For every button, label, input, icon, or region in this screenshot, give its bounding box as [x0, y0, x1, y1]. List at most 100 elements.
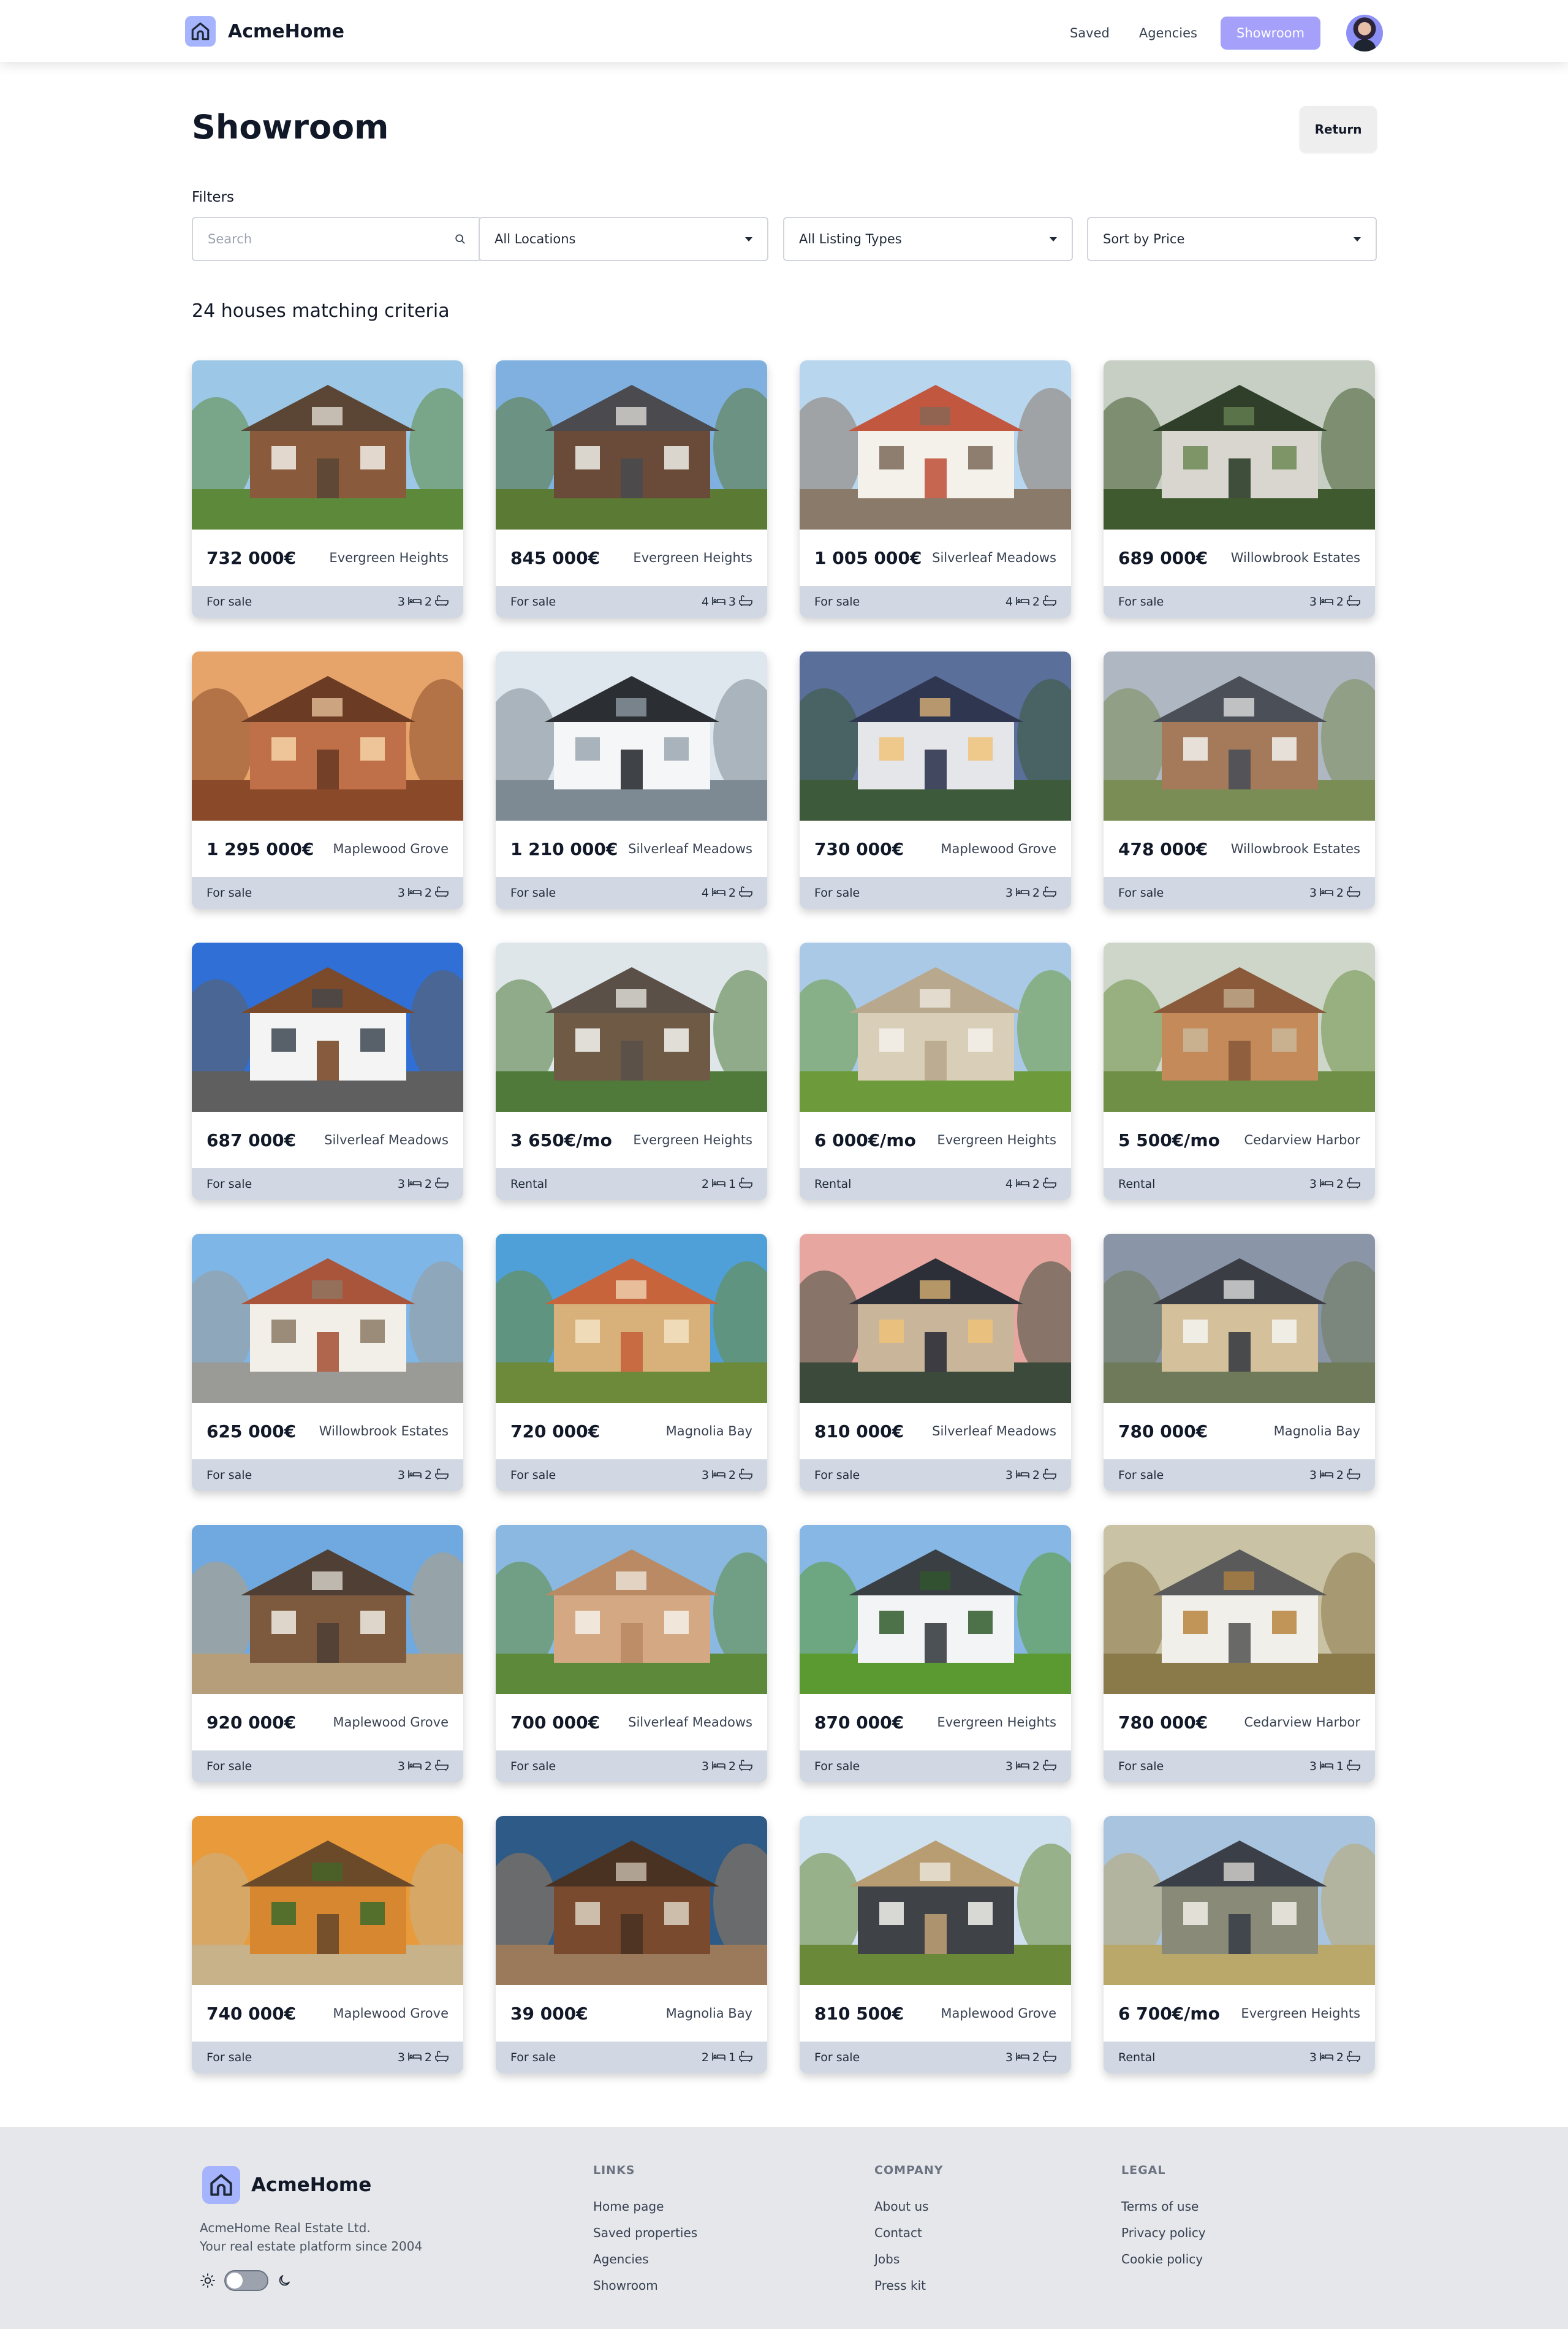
amenities: 32 [1309, 886, 1360, 900]
house-photo [192, 1525, 463, 1694]
footer-link-privacy[interactable]: Privacy policy [1121, 2225, 1206, 2240]
house-card[interactable]: 720 000€ Magnolia Bay For sale 3 2 [496, 1234, 767, 1491]
footer-company-name: AcmeHome Real Estate Ltd. [200, 2221, 371, 2235]
house-card[interactable]: 870 000€ Evergreen Heights For sale 3 2 [800, 1525, 1071, 1782]
house-location: Evergreen Heights [633, 550, 752, 565]
listing-type-select[interactable]: All Listing Types [783, 217, 1073, 261]
house-photo [496, 1816, 767, 1985]
house-card[interactable]: 687 000€ Silverleaf Meadows For sale 3 2 [192, 943, 463, 1200]
house-location: Willowbrook Estates [1230, 550, 1360, 565]
house-card[interactable]: 740 000€ Maplewood Grove For sale 3 2 [192, 1816, 463, 2073]
house-card[interactable]: 810 000€ Silverleaf Meadows For sale 3 2 [800, 1234, 1071, 1491]
house-location: Maplewood Grove [333, 1715, 449, 1730]
amenities: 32 [1006, 1468, 1056, 1483]
house-card[interactable]: 1 005 000€ Silverleaf Meadows For sale 4 2 [800, 360, 1071, 618]
house-price: 6 000€/mo [814, 1130, 916, 1150]
house-price: 700 000€ [510, 1712, 600, 1733]
footer-link-cookie[interactable]: Cookie policy [1121, 2252, 1206, 2266]
amenities: 32 [1309, 2050, 1360, 2065]
house-location: Silverleaf Meadows [932, 550, 1056, 565]
house-card[interactable]: 39 000€ Magnolia Bay For sale 2 1 [496, 1816, 767, 2073]
brand-name: AcmeHome [228, 20, 344, 42]
listing-type: Rental [510, 1177, 548, 1191]
bath-icon [435, 1177, 449, 1191]
results-count: 24 houses matching criteria [192, 300, 450, 322]
card-info: 5 500€/mo Cedarview Harbor [1104, 1112, 1375, 1168]
house-card[interactable]: 3 650€/mo Evergreen Heights Rental 2 1 [496, 943, 767, 1200]
card-info: 1 295 000€ Maplewood Grove [192, 821, 463, 877]
listing-type: For sale [510, 2051, 556, 2064]
bath-icon [1043, 886, 1056, 900]
listing-type: For sale [814, 886, 860, 900]
card-footer: For sale 3 2 [496, 1750, 767, 1782]
house-card[interactable]: 780 000€ Cedarview Harbor For sale 3 1 [1104, 1525, 1375, 1782]
bed-icon [1320, 1760, 1333, 1773]
house-photo [1104, 943, 1375, 1112]
house-photo [192, 1816, 463, 1985]
footer-legal-column: LEGAL Terms of use Privacy policy Cookie… [1121, 2164, 1206, 2278]
house-card[interactable]: 920 000€ Maplewood Grove For sale 3 2 [192, 1525, 463, 1782]
card-footer: For sale 3 2 [800, 877, 1071, 909]
house-card[interactable]: 732 000€ Evergreen Heights For sale 3 2 [192, 360, 463, 618]
footer-link-agencies[interactable]: Agencies [593, 2252, 697, 2266]
bath-count: 2 [1032, 2051, 1040, 2064]
card-footer: For sale 3 2 [192, 1459, 463, 1491]
card-info: 780 000€ Magnolia Bay [1104, 1403, 1375, 1459]
bed-icon [712, 1177, 725, 1191]
bed-count: 3 [1005, 886, 1013, 900]
card-footer: For sale 3 2 [1104, 1459, 1375, 1491]
house-location: Willowbrook Estates [1230, 842, 1360, 856]
footer-link-saved[interactable]: Saved properties [593, 2225, 697, 2240]
house-card[interactable]: 689 000€ Willowbrook Estates For sale 3 2 [1104, 360, 1375, 618]
footer-link-contact[interactable]: Contact [874, 2225, 944, 2240]
brand[interactable]: AcmeHome [185, 16, 344, 47]
amenities: 32 [398, 1468, 449, 1483]
bed-icon [1016, 1177, 1029, 1191]
house-card[interactable]: 478 000€ Willowbrook Estates For sale 3 2 [1104, 652, 1375, 909]
footer-column-title: LEGAL [1121, 2164, 1166, 2177]
house-card[interactable]: 625 000€ Willowbrook Estates For sale 3 2 [192, 1234, 463, 1491]
card-info: 3 650€/mo Evergreen Heights [496, 1112, 767, 1168]
bed-count: 3 [1005, 1468, 1013, 1482]
footer-link-showroom[interactable]: Showroom [593, 2278, 697, 2293]
amenities: 32 [1309, 1177, 1360, 1191]
house-card[interactable]: 700 000€ Silverleaf Meadows For sale 3 2 [496, 1525, 767, 1782]
footer-link-about[interactable]: About us [874, 2199, 944, 2214]
amenities: 32 [398, 1177, 449, 1191]
amenities: 32 [702, 1759, 752, 1774]
house-card[interactable]: 780 000€ Magnolia Bay For sale 3 2 [1104, 1234, 1375, 1491]
house-card[interactable]: 845 000€ Evergreen Heights For sale 4 3 [496, 360, 767, 618]
footer-brand-name: AcmeHome [251, 2174, 372, 2196]
listing-type: For sale [1118, 595, 1164, 609]
return-button[interactable]: Return [1300, 106, 1377, 153]
sort-select[interactable]: Sort by Price [1087, 217, 1377, 261]
nav-saved[interactable]: Saved [1055, 18, 1124, 48]
listing-type: For sale [206, 1468, 252, 1482]
house-price: 845 000€ [510, 547, 600, 568]
location-select[interactable]: All Locations [479, 217, 768, 261]
footer-link-press[interactable]: Press kit [874, 2278, 944, 2293]
footer-link-home[interactable]: Home page [593, 2199, 697, 2214]
listing-type: For sale [510, 595, 556, 609]
house-photo [800, 1816, 1071, 1985]
house-card[interactable]: 810 500€ Maplewood Grove For sale 3 2 [800, 1816, 1071, 2073]
house-card[interactable]: 6 700€/mo Evergreen Heights Rental 3 2 [1104, 1816, 1375, 2073]
house-price: 780 000€ [1118, 1712, 1208, 1733]
house-card[interactable]: 1 210 000€ Silverleaf Meadows For sale 4 2 [496, 652, 767, 909]
house-price: 3 650€/mo [510, 1130, 612, 1150]
footer-link-terms[interactable]: Terms of use [1121, 2199, 1206, 2214]
bath-count: 1 [728, 2051, 736, 2064]
bed-icon [1320, 1177, 1333, 1191]
theme-switch[interactable] [224, 2270, 268, 2291]
user-avatar[interactable] [1346, 15, 1383, 51]
top-navbar: AcmeHome Saved Agencies Showroom [0, 0, 1568, 62]
house-card[interactable]: 6 000€/mo Evergreen Heights Rental 4 2 [800, 943, 1071, 1200]
house-card[interactable]: 5 500€/mo Cedarview Harbor Rental 3 2 [1104, 943, 1375, 1200]
house-card[interactable]: 730 000€ Maplewood Grove For sale 3 2 [800, 652, 1071, 909]
nav-agencies[interactable]: Agencies [1124, 18, 1212, 48]
footer-brand[interactable]: AcmeHome [202, 2166, 371, 2204]
footer-link-jobs[interactable]: Jobs [874, 2252, 944, 2266]
house-card[interactable]: 1 295 000€ Maplewood Grove For sale 3 2 [192, 652, 463, 909]
search-input[interactable]: Search [192, 217, 482, 261]
nav-showroom[interactable]: Showroom [1221, 17, 1320, 50]
